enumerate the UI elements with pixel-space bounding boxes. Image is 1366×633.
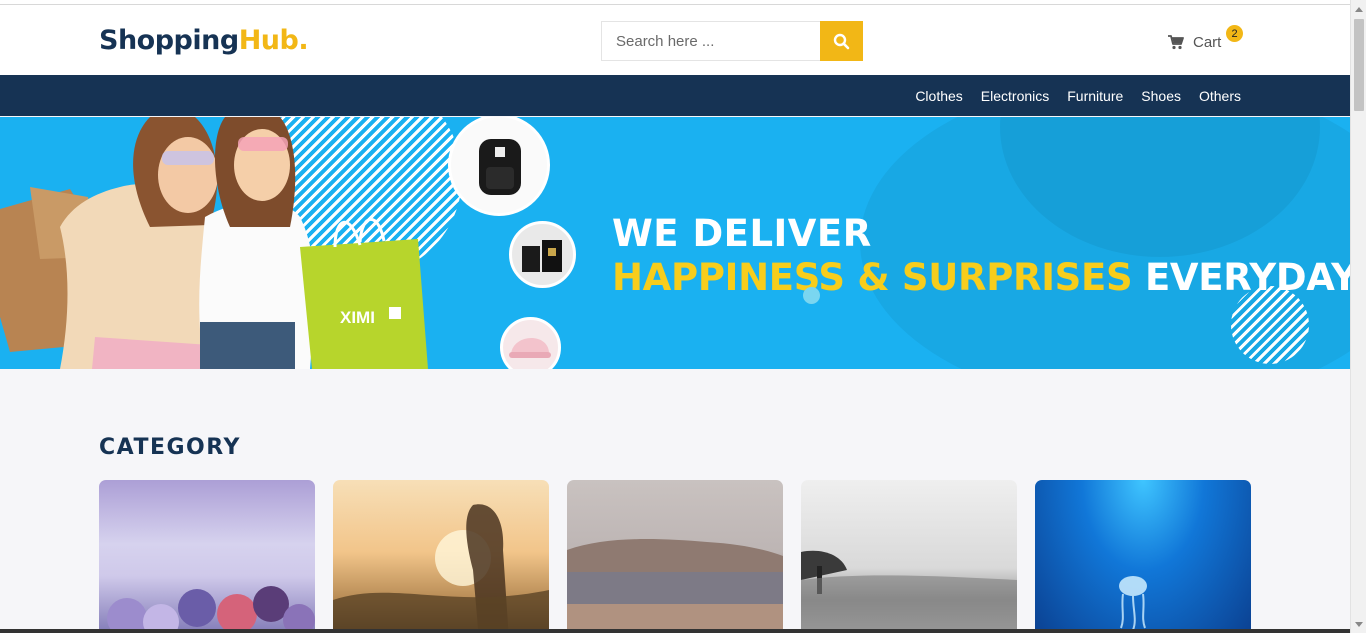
scroll-down-arrow-icon[interactable]: [1355, 622, 1363, 627]
hero-shoppers-image: XIMI: [0, 117, 428, 369]
page: ShoppingHub. Cart 2 Clothes: [0, 0, 1366, 633]
vertical-scrollbar[interactable]: [1350, 0, 1366, 633]
category-card[interactable]: [1035, 480, 1251, 633]
cart-link[interactable]: Cart: [1168, 31, 1221, 53]
nav-item-furniture[interactable]: Furniture: [1067, 88, 1123, 104]
scrollbar-thumb[interactable]: [1354, 19, 1364, 111]
category-card[interactable]: [99, 480, 315, 633]
product-cap-thumb: [500, 317, 561, 369]
category-card-image: [567, 539, 783, 633]
search-box: [601, 21, 863, 61]
category-card-image: [1119, 576, 1147, 631]
logo[interactable]: ShoppingHub.: [99, 25, 309, 56]
category-card[interactable]: [567, 480, 783, 633]
logo-accent: Hub.: [238, 25, 309, 56]
scroll-up-arrow-icon[interactable]: [1355, 7, 1363, 12]
nav-item-shoes[interactable]: Shoes: [1141, 88, 1181, 104]
nav-item-clothes[interactable]: Clothes: [915, 88, 962, 104]
category-heading: CATEGORY: [99, 435, 241, 460]
search-input[interactable]: [602, 22, 821, 60]
carousel-indicator-dot[interactable]: [803, 287, 820, 304]
bag-logo-text: XIMI: [340, 308, 375, 327]
bottom-scroll-edge: [0, 629, 1350, 633]
category-card[interactable]: [333, 480, 549, 633]
category-card[interactable]: [801, 480, 1017, 633]
nav-item-others[interactable]: Others: [1199, 88, 1241, 104]
category-card-image: [801, 550, 1017, 633]
site-header: ShoppingHub. Cart 2: [0, 5, 1350, 75]
product-perfume-thumb: [509, 221, 576, 288]
nav-item-electronics[interactable]: Electronics: [981, 88, 1049, 104]
hero-headline-line2: HAPPINESS & SURPRISES EVERYDAY: [612, 256, 1350, 299]
category-card-image: [107, 586, 315, 633]
search-button[interactable]: [820, 21, 863, 61]
hero-headline-rest: EVERYDAY: [1144, 256, 1350, 299]
category-nav: Clothes Electronics Furniture Shoes Othe…: [0, 75, 1350, 116]
hero-banner[interactable]: XIMI WE DELIVER HAPPINESS & SURPRISES EV…: [0, 117, 1350, 369]
hero-headline-line1: WE DELIVER: [612, 212, 872, 255]
cart-count-badge: 2: [1226, 25, 1243, 42]
category-card-image: [333, 504, 549, 633]
cart-label: Cart: [1193, 33, 1222, 51]
product-backpack-thumb: [448, 117, 550, 216]
main-content: CATEGORY: [0, 369, 1350, 633]
hero-headline-highlight: HAPPINESS & SURPRISES: [612, 256, 1133, 299]
logo-primary: Shopping: [99, 25, 239, 56]
cart-icon: [1168, 34, 1184, 49]
search-icon: [833, 33, 850, 49]
